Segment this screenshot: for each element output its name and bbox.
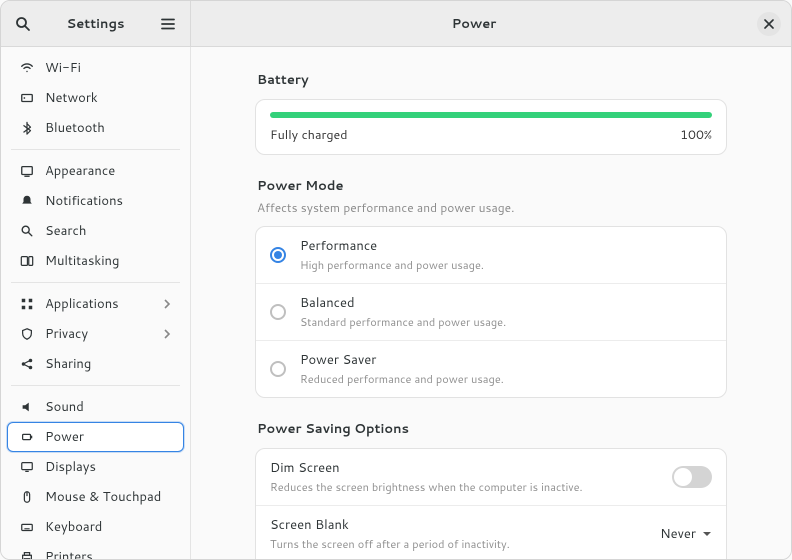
row-title: Screen Blank: [270, 516, 660, 534]
power-icon: [19, 430, 35, 444]
search-icon: [15, 16, 31, 32]
sidebar-item-label: Printers: [45, 548, 172, 559]
row-title: Power Saver: [300, 351, 712, 369]
power-mode-card: Performance High performance and power u…: [255, 226, 727, 398]
printers-icon: [19, 550, 35, 559]
menu-button[interactable]: [154, 10, 182, 38]
battery-progress: [270, 112, 712, 118]
row-desc: Turns the screen off after a period of i…: [270, 536, 660, 552]
sidebar-item-label: Bluetooth: [45, 119, 172, 137]
sidebar-header: Settings: [1, 1, 191, 46]
sidebar-item-label: Displays: [45, 458, 172, 476]
row-desc: Reduces the screen brightness when the c…: [270, 479, 672, 495]
sidebar-item-sound[interactable]: Sound: [7, 392, 184, 422]
sidebar-item-printers[interactable]: Printers: [7, 542, 184, 559]
sidebar-separator: [11, 282, 180, 283]
sidebar-item-label: Mouse & Touchpad: [45, 488, 172, 506]
sidebar-item-label: Applications: [45, 295, 152, 313]
battery-section-title: Battery: [257, 71, 727, 89]
sidebar-item-label: Multitasking: [45, 252, 172, 270]
sidebar-item-label: Sound: [45, 398, 172, 416]
sidebar-item-search[interactable]: Search: [7, 216, 184, 246]
row-desc: Standard performance and power usage.: [300, 314, 712, 330]
sidebar-separator: [11, 385, 180, 386]
sidebar-item-privacy[interactable]: Privacy: [7, 319, 184, 349]
screen-blank-row[interactable]: Screen Blank Turns the screen off after …: [256, 506, 726, 559]
sidebar-item-label: Power: [45, 428, 172, 446]
row-desc: High performance and power usage.: [300, 257, 712, 273]
sidebar-item-label: Keyboard: [45, 518, 172, 536]
sound-icon: [19, 400, 35, 414]
dim-screen-row[interactable]: Dim Screen Reduces the screen brightness…: [256, 449, 726, 506]
row-desc: Reduced performance and power usage.: [300, 371, 712, 387]
sidebar-item-network[interactable]: Network: [7, 83, 184, 113]
privacy-icon: [19, 327, 35, 341]
saving-section-title: Power Saving Options: [257, 420, 727, 438]
chevron-right-icon: [162, 299, 172, 309]
sidebar-item-label: Privacy: [45, 325, 152, 343]
saving-card: Dim Screen Reduces the screen brightness…: [255, 448, 727, 559]
apps-icon: [19, 297, 35, 311]
row-title: Dim Screen: [270, 459, 672, 477]
bell-icon: [19, 194, 35, 208]
appearance-icon: [19, 164, 35, 178]
panel-title: Power: [191, 15, 757, 33]
radio-icon: [270, 361, 286, 377]
power-mode-balanced[interactable]: Balanced Standard performance and power …: [256, 284, 726, 341]
sidebar-item-applications[interactable]: Applications: [7, 289, 184, 319]
sidebar-item-label: Sharing: [45, 355, 172, 373]
sidebar-item-label: Appearance: [45, 162, 172, 180]
sharing-icon: [19, 357, 35, 371]
radio-icon: [270, 247, 286, 263]
battery-card: Fully charged 100%: [255, 99, 727, 155]
power-mode-section-title: Power Mode: [257, 177, 727, 195]
chevron-down-icon: [702, 529, 712, 539]
battery-percent: 100%: [680, 126, 712, 144]
chevron-right-icon: [162, 329, 172, 339]
search-icon: [19, 224, 35, 238]
battery-status: Fully charged: [270, 126, 348, 144]
hamburger-icon: [160, 16, 176, 32]
row-title: Performance: [300, 237, 712, 255]
sidebar: Wi-Fi Network Bluetooth Appearance Notif…: [1, 47, 191, 559]
multitasking-icon: [19, 254, 35, 268]
sidebar-item-label: Search: [45, 222, 172, 240]
mouse-icon: [19, 490, 35, 504]
sidebar-item-bluetooth[interactable]: Bluetooth: [7, 113, 184, 143]
screen-blank-value: Never: [660, 525, 696, 543]
content-panel: Battery Fully charged 100% Power Mode Af…: [191, 47, 791, 559]
battery-progress-fill: [270, 112, 712, 118]
sidebar-item-mouse[interactable]: Mouse & Touchpad: [7, 482, 184, 512]
sidebar-item-label: Wi-Fi: [45, 59, 172, 77]
sidebar-item-sharing[interactable]: Sharing: [7, 349, 184, 379]
sidebar-separator: [11, 149, 180, 150]
panel-header: Power: [191, 1, 791, 46]
power-mode-saver[interactable]: Power Saver Reduced performance and powe…: [256, 341, 726, 397]
sidebar-item-notifications[interactable]: Notifications: [7, 186, 184, 216]
sidebar-item-multitasking[interactable]: Multitasking: [7, 246, 184, 276]
displays-icon: [19, 460, 35, 474]
network-icon: [19, 91, 35, 105]
power-mode-performance[interactable]: Performance High performance and power u…: [256, 227, 726, 284]
sidebar-item-label: Notifications: [45, 192, 172, 210]
sidebar-item-displays[interactable]: Displays: [7, 452, 184, 482]
close-button[interactable]: [757, 12, 781, 36]
sidebar-item-power[interactable]: Power: [7, 422, 184, 452]
sidebar-item-keyboard[interactable]: Keyboard: [7, 512, 184, 542]
wifi-icon: [19, 61, 35, 75]
row-title: Balanced: [300, 294, 712, 312]
dim-screen-switch[interactable]: [672, 466, 712, 488]
radio-icon: [270, 304, 286, 320]
bluetooth-icon: [19, 121, 35, 135]
sidebar-item-wifi[interactable]: Wi-Fi: [7, 53, 184, 83]
search-button[interactable]: [9, 10, 37, 38]
sidebar-item-label: Network: [45, 89, 172, 107]
power-mode-subtitle: Affects system performance and power usa…: [257, 199, 727, 216]
sidebar-title: Settings: [37, 15, 154, 33]
keyboard-icon: [19, 520, 35, 534]
close-icon: [764, 19, 774, 29]
sidebar-item-appearance[interactable]: Appearance: [7, 156, 184, 186]
